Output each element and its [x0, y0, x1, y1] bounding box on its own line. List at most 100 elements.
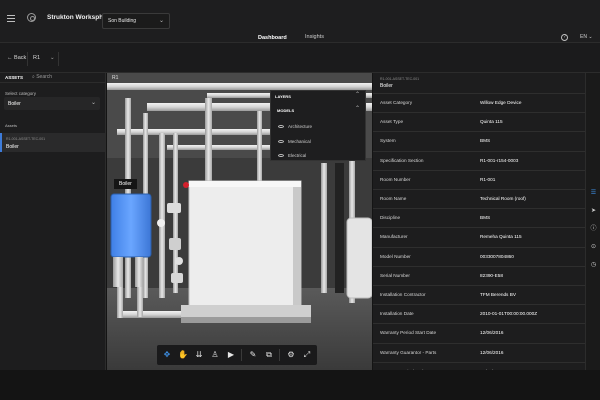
property-value: 12/06/2016	[480, 349, 504, 355]
property-key: Discipline	[380, 215, 401, 221]
asset-details-panel: R1-001-ASSET-TEC-001 Boiler Asset Catego…	[373, 73, 585, 370]
help-icon[interactable]: ?	[561, 34, 568, 41]
layer-label: Electrical	[288, 153, 307, 158]
layer-toggle-electrical[interactable]: Electrical	[278, 153, 306, 158]
room-select[interactable]: R1 ⌄	[33, 55, 55, 61]
category-label: Select category	[5, 91, 37, 96]
property-row: Asset Category Willow Edge Device	[373, 93, 585, 112]
property-value: Quinta 115	[480, 119, 503, 125]
hamburger-menu-icon[interactable]	[7, 15, 15, 23]
property-key: Serial Number	[380, 272, 410, 278]
model-viewer[interactable]: R1 Boiler LAYERS ⌃ MODELS ⌃ Architecture…	[107, 73, 372, 370]
orbit-icon[interactable]: ✥	[161, 349, 173, 361]
property-row: Specification Section R1-001-r154-0003	[373, 150, 585, 170]
divider	[279, 349, 280, 361]
search-input[interactable]: ⌕ Search	[32, 74, 52, 80]
property-key: Warranty Guarantor - Parts	[380, 349, 437, 355]
property-row: Discipline BMS	[373, 208, 585, 227]
layers-title: LAYERS	[275, 94, 291, 99]
history-icon[interactable]: ◷	[590, 262, 597, 269]
chevron-up-icon[interactable]: ⌃	[355, 91, 360, 98]
property-value: TFM Berends BV	[480, 292, 516, 297]
property-value: R1-001	[480, 176, 496, 182]
eye-icon	[278, 154, 284, 158]
layer-toggle-architecture[interactable]: Architecture	[278, 124, 312, 129]
layers-panel: LAYERS ⌃ MODELS ⌃ Architecture Mechanica…	[270, 90, 366, 161]
person-icon[interactable]: ♙	[209, 349, 221, 361]
property-row: System BMS	[373, 131, 585, 150]
fullscreen-icon[interactable]: ⤢	[301, 349, 313, 361]
info-icon[interactable]: ⓘ	[590, 226, 597, 233]
property-value: BMS	[480, 215, 491, 221]
property-value: Willow Edge Device	[480, 100, 522, 105]
boiler-tooltip: Boiler	[114, 179, 137, 189]
tab-insights[interactable]: Insights	[305, 34, 324, 40]
asset-code: R1-001-ASSET-TEC-001	[380, 77, 420, 81]
eye-icon	[278, 140, 284, 144]
sub-toolbar: ← Back R1 ⌄	[0, 43, 600, 73]
property-key: Room Name	[380, 196, 407, 201]
property-value: 0033007804860	[480, 253, 514, 259]
back-label: Back	[14, 55, 27, 61]
property-value: 2010-01-01T00:00:00.000Z	[480, 311, 538, 317]
assets-panel: ASSETS ⌕ Search Select category Boiler ⌄…	[0, 73, 106, 370]
layer-toggle-mechanical[interactable]: Mechanical	[278, 139, 311, 144]
property-value: Remeha Quinta 115	[480, 234, 522, 240]
property-row: Room Number R1-001	[373, 169, 585, 189]
property-value: 82390-E58	[480, 272, 503, 278]
property-row: Room Name Technical Room (roof)	[373, 189, 585, 208]
property-row: Installation Date 2010-01-01T00:00:00.000…	[373, 304, 585, 323]
property-row: Serial Number 82390-E58	[373, 265, 585, 285]
back-arrow-icon: ←	[7, 55, 13, 61]
app-logo-icon	[27, 13, 36, 22]
viewer-room-label: R1	[112, 75, 119, 81]
property-key: Asset Category	[380, 100, 413, 105]
asset-title: Boiler	[380, 83, 393, 89]
list-item[interactable]: R1-001-ASSET-TEC-001 Boiler	[0, 133, 105, 152]
property-row: Warranty Guarantor - Parts 12/06/2016	[373, 342, 585, 362]
asset-name: Boiler	[6, 144, 19, 150]
right-rail: ☰ ➤ ⓘ ⊙ ◷	[585, 73, 600, 370]
search-placeholder: Search	[36, 74, 53, 80]
property-row: Manufacturer Remeha Quinta 115	[373, 227, 585, 246]
category-value: Boiler	[8, 101, 21, 107]
building-select-value: Son Building	[108, 18, 137, 24]
assets-tabs: ASSETS ⌕ Search	[0, 73, 106, 83]
property-value: Technical Room (roof)	[480, 196, 526, 201]
building-select[interactable]: Son Building ⌄	[102, 13, 170, 29]
property-key: Installation Contractor	[380, 292, 426, 297]
chevron-up-icon[interactable]: ⌃	[355, 105, 360, 112]
models-title: MODELS	[277, 108, 295, 113]
settings-icon[interactable]: ⚙	[285, 349, 297, 361]
language-value: EN	[580, 34, 587, 40]
property-value: 12/06/2016	[480, 330, 504, 336]
layer-label: Architecture	[288, 124, 313, 129]
property-key: Room Number	[380, 176, 411, 182]
property-key: Specification Section	[380, 157, 424, 163]
list-icon[interactable]: ☰	[590, 190, 597, 197]
chevron-down-icon: ⌄	[158, 18, 164, 24]
top-bar: Strukton Worksphere Son Building ⌄ Dashb…	[0, 0, 600, 43]
property-key: System	[380, 138, 396, 144]
property-row: Warranty Period End Date - Parts12/06/20…	[373, 361, 585, 370]
section-label: Assets	[5, 123, 18, 128]
divider	[27, 52, 28, 66]
walk-icon[interactable]: ⇊	[193, 349, 205, 361]
category-select[interactable]: Boiler ⌄	[4, 97, 100, 110]
property-row: Asset Type Quinta 115	[373, 112, 585, 131]
divider	[241, 349, 242, 361]
hand-icon[interactable]: ✋	[177, 349, 189, 361]
chevron-down-icon: ⌄	[90, 100, 96, 106]
alert-icon[interactable]: ⊙	[590, 244, 597, 251]
eye-icon	[278, 125, 284, 129]
language-select[interactable]: EN ⌄	[580, 34, 593, 40]
property-row: Warranty Period Start Date 12/06/2016	[373, 323, 585, 342]
camera-icon[interactable]: ▶	[225, 349, 237, 361]
search-icon: ⌕	[32, 74, 35, 80]
section-icon[interactable]: ⧉	[263, 349, 275, 361]
tab-assets[interactable]: ASSETS	[5, 75, 23, 80]
navigate-icon[interactable]: ➤	[590, 208, 597, 215]
pencil-icon[interactable]: ✎	[247, 349, 259, 361]
tab-dashboard[interactable]: Dashboard	[258, 35, 287, 41]
back-button[interactable]: ← Back	[7, 55, 26, 61]
